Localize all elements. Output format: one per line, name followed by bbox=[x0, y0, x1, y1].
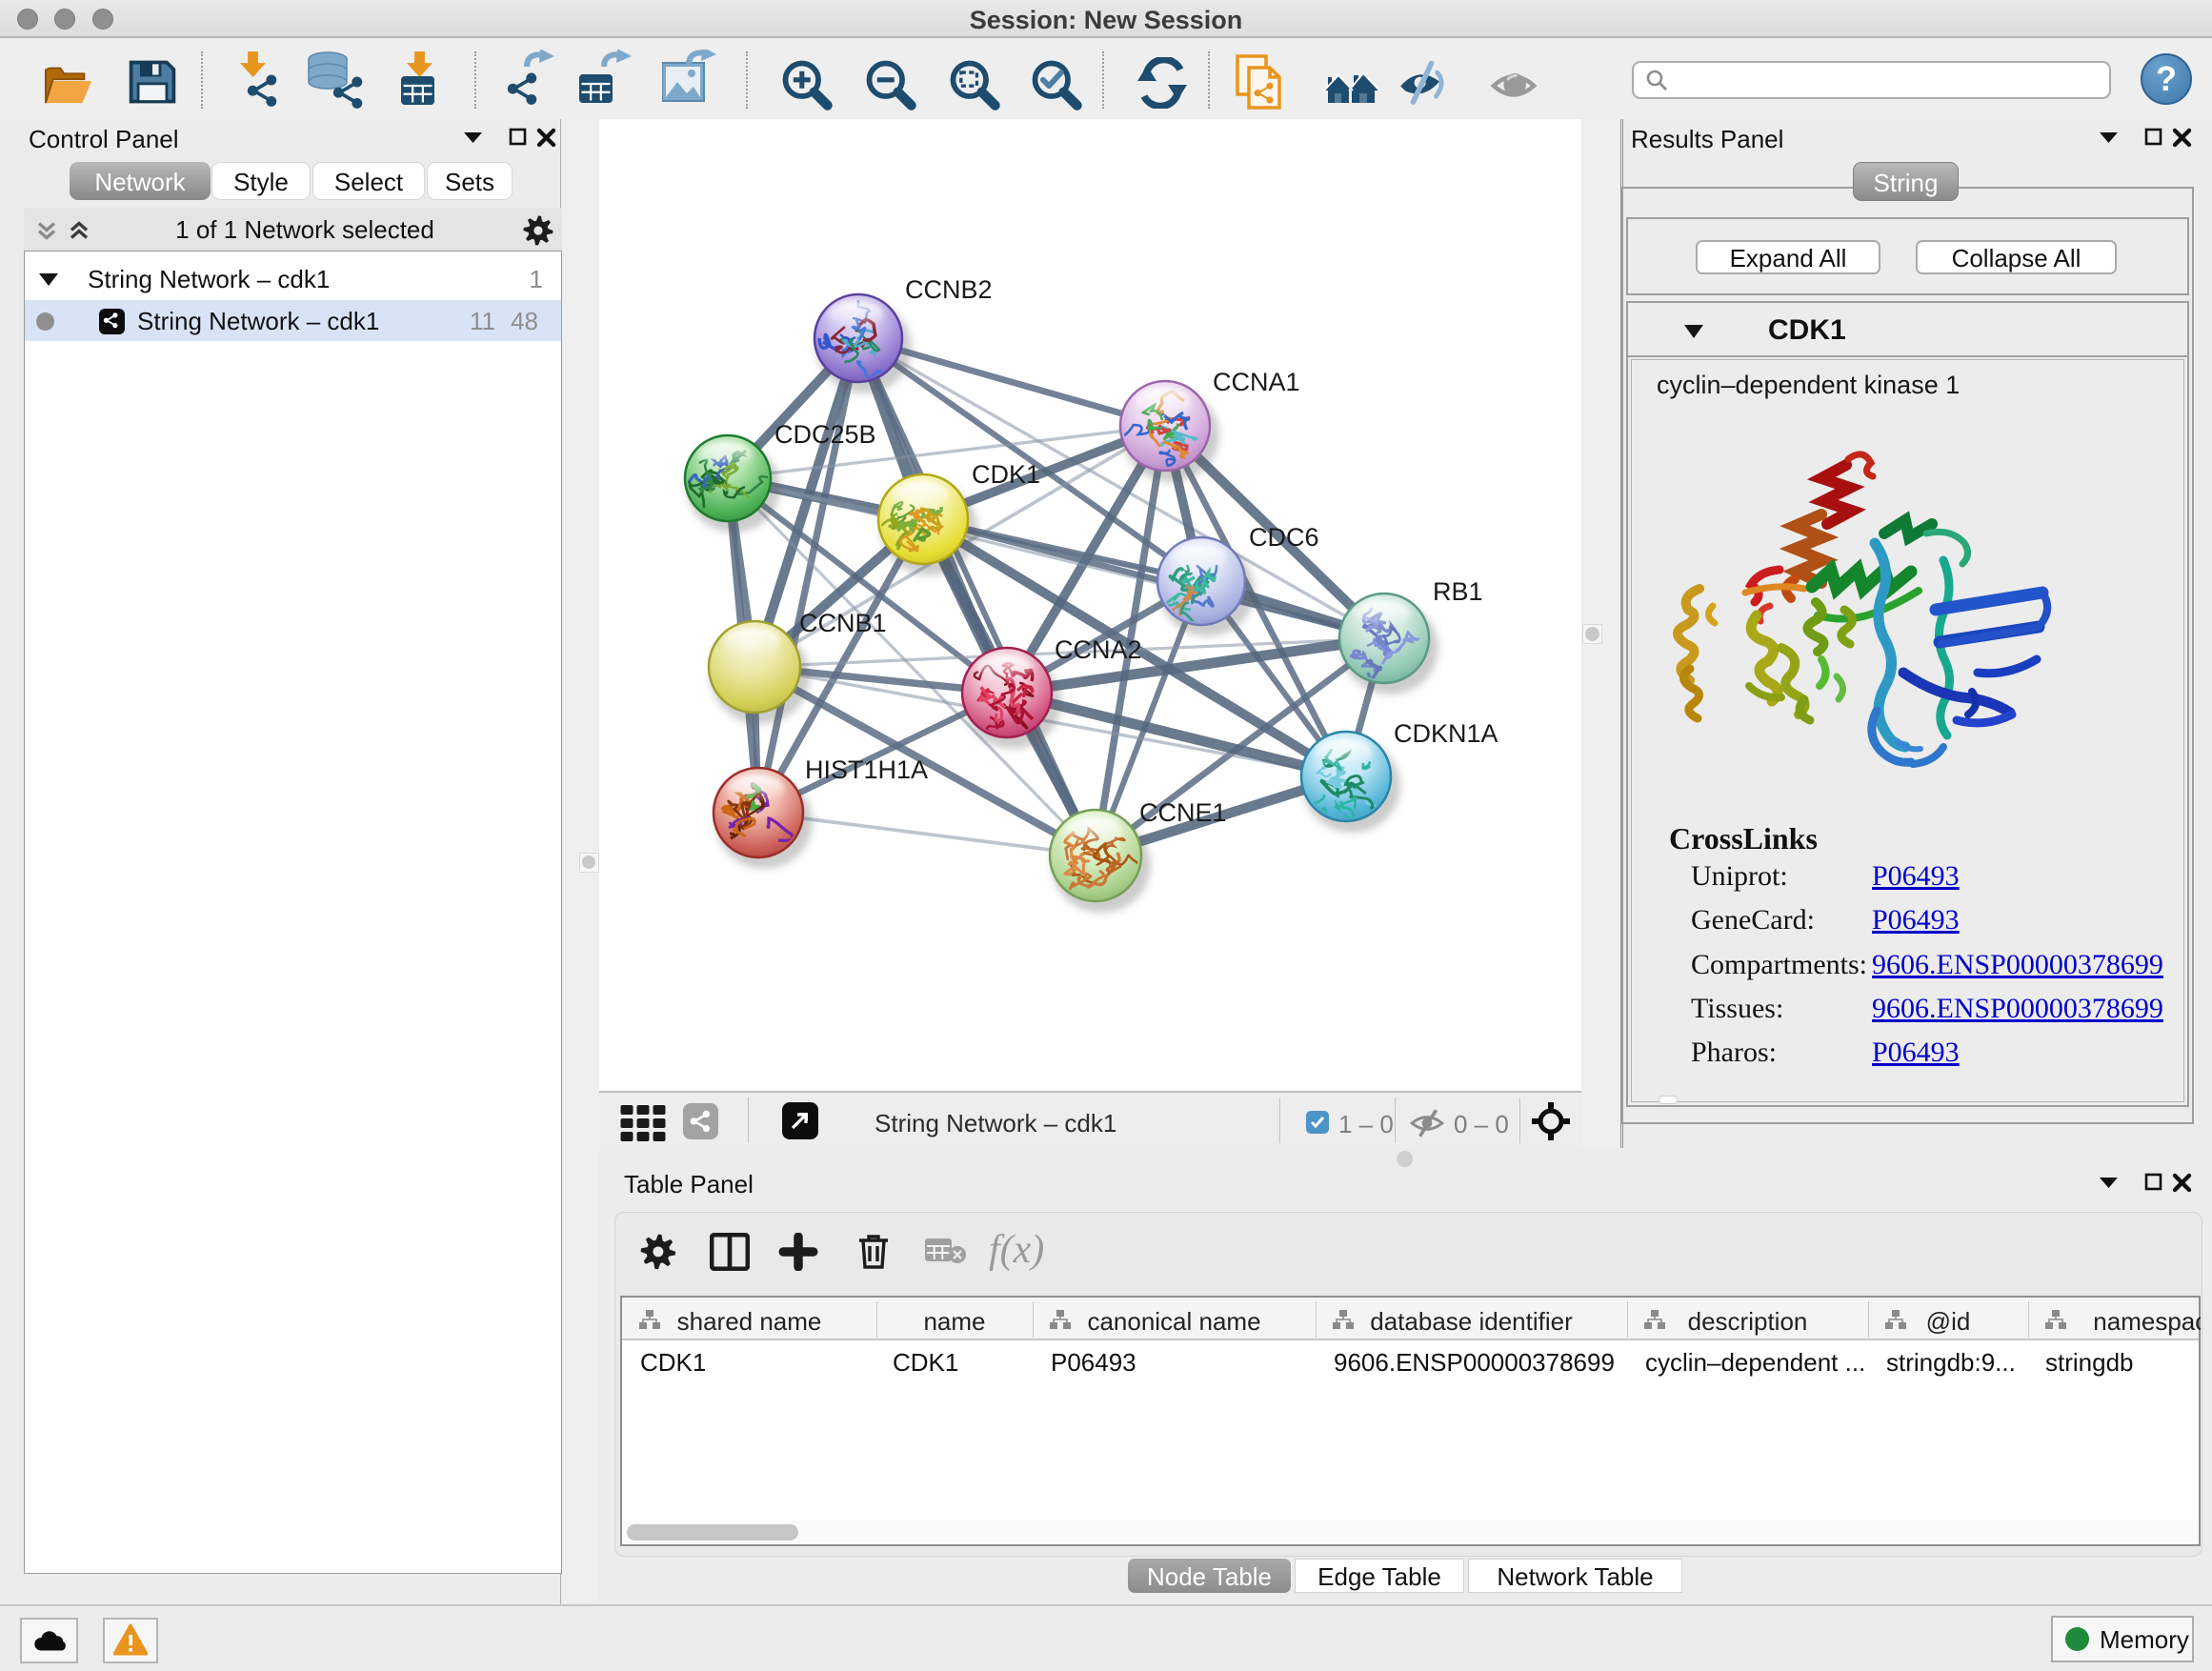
svg-text:CCNE1: CCNE1 bbox=[1139, 798, 1227, 827]
svg-text:CDC6: CDC6 bbox=[1249, 523, 1319, 552]
svg-text:CDC25B: CDC25B bbox=[774, 420, 876, 449]
svg-text:CDK1: CDK1 bbox=[972, 460, 1040, 489]
svg-text:HIST1H1A: HIST1H1A bbox=[805, 755, 928, 784]
svg-text:RB1: RB1 bbox=[1433, 577, 1483, 606]
svg-text:CCNB2: CCNB2 bbox=[905, 275, 993, 304]
svg-text:CCNA1: CCNA1 bbox=[1213, 368, 1300, 396]
svg-text:CDKN1A: CDKN1A bbox=[1394, 719, 1498, 748]
svg-text:CCNA2: CCNA2 bbox=[1055, 635, 1142, 664]
svg-text:CCNB1: CCNB1 bbox=[799, 609, 887, 637]
